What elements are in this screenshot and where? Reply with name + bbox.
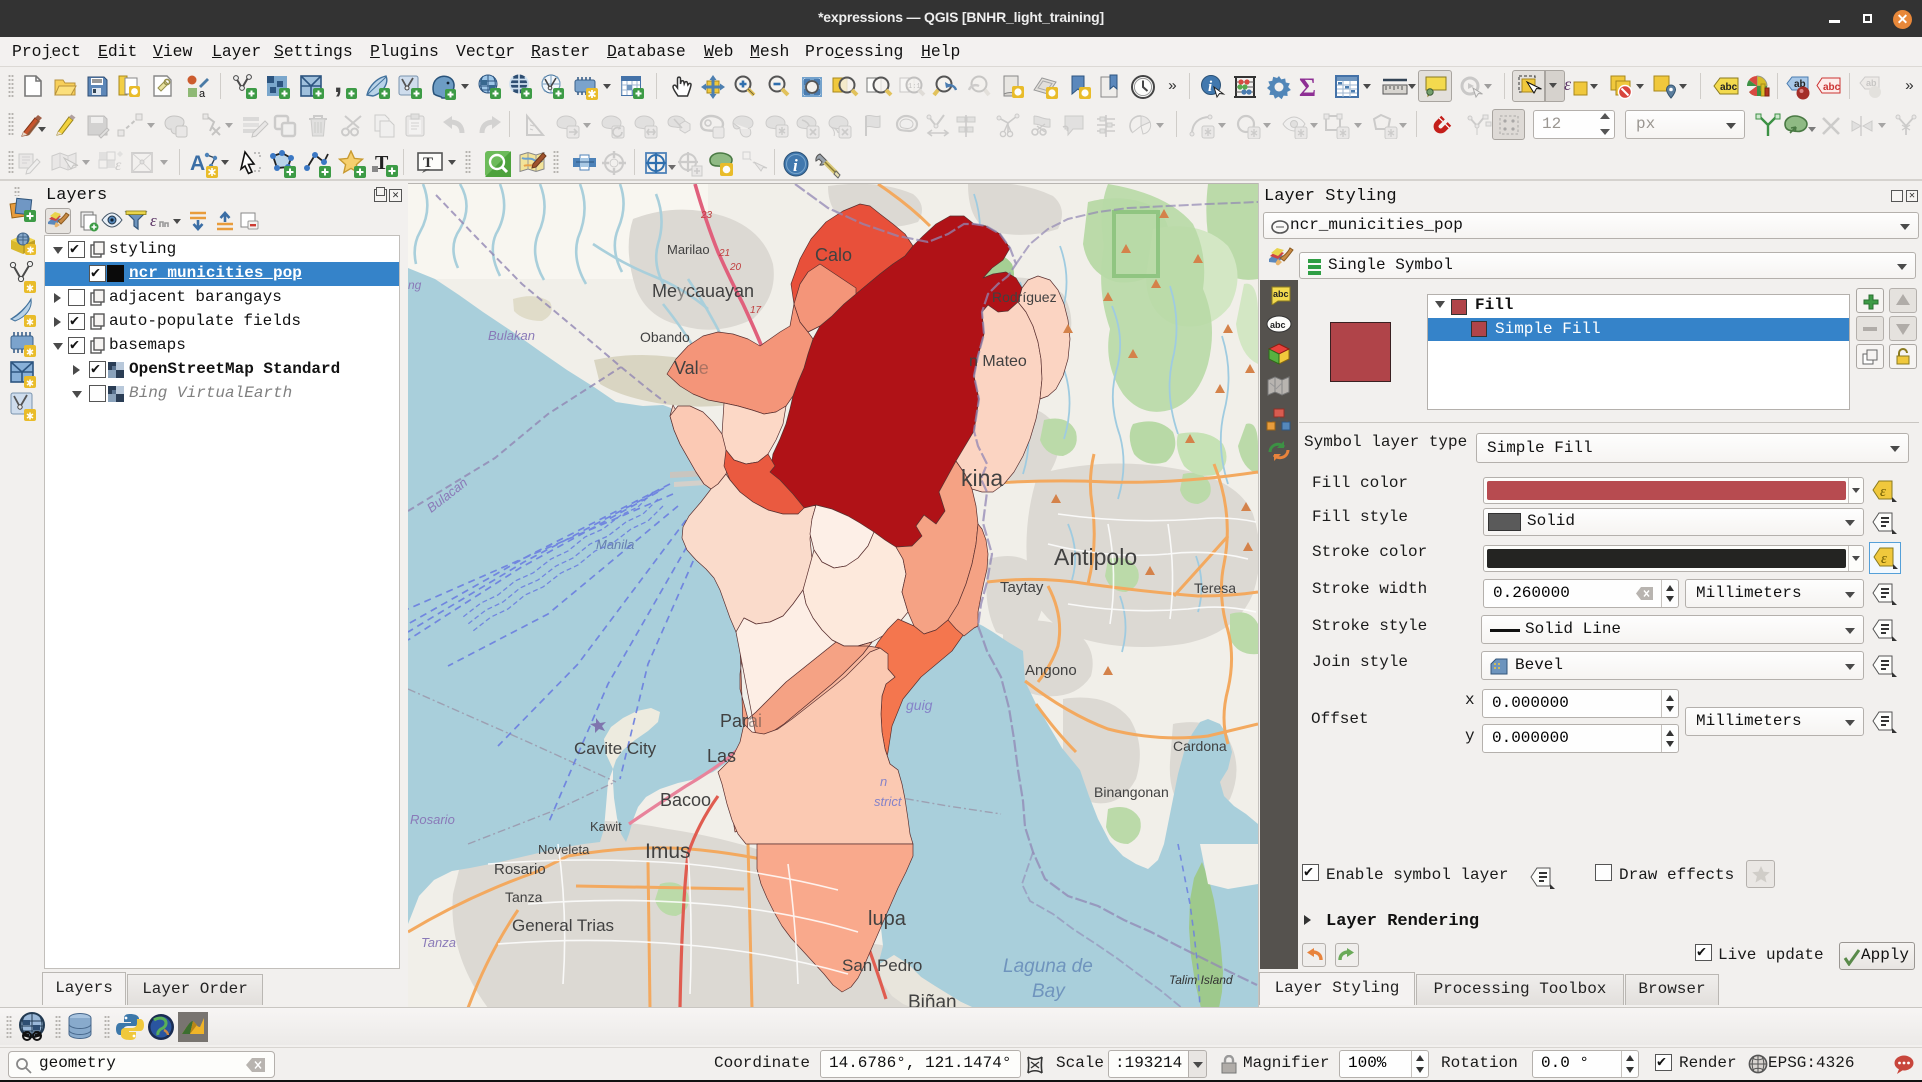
svg-text:21: 21: [718, 248, 730, 259]
svg-text:abc: abc: [1823, 82, 1841, 93]
svg-text:20: 20: [729, 262, 742, 273]
svg-text:Cardona: Cardona: [1173, 738, 1227, 754]
svg-text:Binangonan: Binangonan: [1094, 784, 1169, 800]
svg-text:Imus: Imus: [645, 840, 691, 863]
svg-text:23: 23: [700, 210, 713, 221]
svg-text:abc: abc: [1270, 320, 1286, 330]
svg-text:Antipolo: Antipolo: [1054, 544, 1137, 570]
svg-text:Angono: Angono: [1025, 662, 1077, 679]
svg-text:,: ,: [334, 74, 342, 99]
svg-text:Bulakan: Bulakan: [488, 328, 535, 343]
svg-text:kina: kina: [961, 465, 1003, 491]
svg-text:Bay: Bay: [1032, 981, 1066, 1002]
svg-text:Obando: Obando: [640, 329, 690, 345]
svg-text:Calo: Calo: [815, 245, 852, 265]
svg-text:Rodríguez: Rodríguez: [992, 289, 1057, 305]
svg-text:Talim Island: Talim Island: [1169, 973, 1233, 987]
svg-text:Taytay: Taytay: [1000, 579, 1044, 596]
svg-text:lupa: lupa: [868, 908, 907, 930]
svg-text:Tanza: Tanza: [505, 889, 543, 905]
svg-text:Parai: Parai: [720, 711, 762, 731]
svg-text:i: i: [793, 156, 798, 175]
svg-text:n: n: [880, 774, 887, 789]
svg-text:guig: guig: [906, 697, 933, 713]
svg-text:Cavite City: Cavite City: [574, 739, 657, 758]
svg-text:Laguna de: Laguna de: [1003, 956, 1093, 977]
svg-text:ε: ε: [1564, 74, 1572, 94]
svg-text:Noveleta: Noveleta: [538, 842, 590, 857]
svg-text:Bacoo: Bacoo: [660, 790, 711, 810]
svg-text:Kawit: Kawit: [590, 819, 622, 834]
svg-text:San Pedro: San Pedro: [842, 956, 922, 975]
svg-text:ε: ε: [115, 157, 122, 174]
svg-text:Meycauayan: Meycauayan: [652, 281, 754, 301]
svg-text:Biñan: Biñan: [908, 992, 957, 1007]
svg-text:ng: ng: [408, 278, 422, 292]
svg-text:a: a: [199, 88, 206, 98]
svg-text:n Mateo: n Mateo: [969, 353, 1027, 370]
svg-text:Vale: Vale: [674, 358, 709, 378]
svg-text:A: A: [190, 152, 205, 175]
svg-text:abc: abc: [1720, 82, 1738, 93]
svg-text:General Trias: General Trias: [512, 916, 614, 935]
svg-text:Rosario: Rosario: [410, 812, 455, 827]
svg-text:Rosario: Rosario: [494, 861, 546, 878]
svg-text:ε: ε: [1880, 484, 1886, 500]
svg-text:Las: Las: [707, 746, 736, 766]
svg-text:T: T: [423, 155, 433, 171]
svg-text:ε: ε: [150, 211, 157, 230]
svg-text:abc: abc: [1273, 289, 1289, 299]
svg-text:Manila: Manila: [596, 537, 634, 552]
svg-text:Teresa: Teresa: [1194, 580, 1236, 596]
svg-text:strict: strict: [874, 794, 903, 809]
svg-text:Σ: Σ: [1299, 73, 1316, 102]
svg-text:17: 17: [750, 305, 762, 316]
svg-text:Tanza: Tanza: [421, 935, 456, 950]
svg-text:1:1: 1:1: [908, 83, 921, 91]
svg-text:Marilao: Marilao: [667, 242, 710, 257]
svg-text:ε: ε: [1881, 551, 1887, 567]
